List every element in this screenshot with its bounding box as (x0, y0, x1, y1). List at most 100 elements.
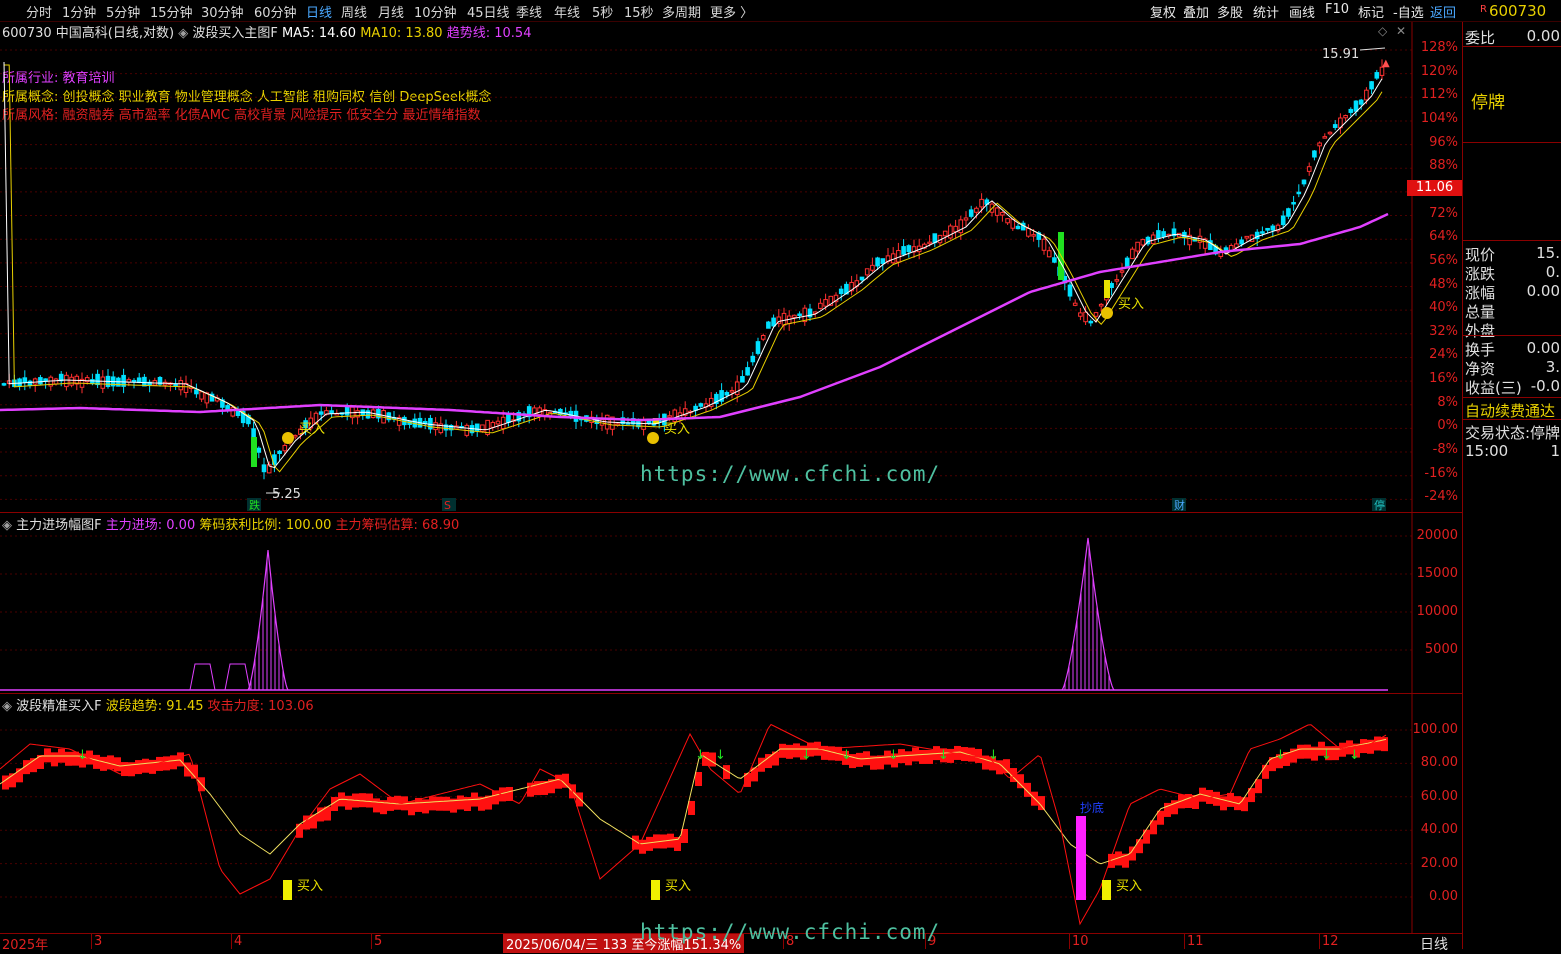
weibi-value: 0.00 (1526, 27, 1560, 45)
trend-bar (1360, 739, 1367, 754)
buy-label: 买入 (1116, 879, 1142, 894)
candle-body (292, 434, 298, 438)
period-tab[interactable]: 季线 (516, 2, 542, 21)
candle-body (875, 257, 880, 267)
candle-body (1072, 302, 1078, 306)
event-marker[interactable]: 跌 (249, 498, 260, 512)
main-price-chart[interactable]: 15.91▲5.25买入 买入买入跌 S 财停 (0, 22, 1462, 512)
quote-label: 换手 (1465, 341, 1496, 359)
candle-body (802, 307, 808, 323)
candle-body (53, 378, 59, 385)
watermark-bottom: https://www.cfchi.com/ (640, 920, 941, 944)
trend-bar (779, 743, 786, 758)
toolbar-button[interactable]: 叠加 (1183, 2, 1209, 21)
period-tab[interactable]: 分时 (26, 2, 52, 21)
period-tab[interactable]: 5分钟 (106, 2, 140, 21)
candle-body (1270, 225, 1276, 231)
date-axis-label: 3 (94, 934, 103, 949)
trend-bar (1136, 839, 1143, 854)
up-triangle-icon: ▲ (1382, 58, 1390, 69)
date-tick (1319, 934, 1320, 949)
trend-bar (359, 793, 366, 808)
candle-body (745, 367, 750, 376)
period-label[interactable]: 日线 (1420, 934, 1448, 954)
period-tab[interactable]: 60分钟 (254, 2, 297, 21)
trend-bar (149, 759, 156, 774)
period-tab[interactable]: 10分钟 (414, 2, 457, 21)
period-tab[interactable]: 周线 (341, 2, 367, 21)
sell-arrow-icon: ↓ (1349, 748, 1360, 763)
toolbar-button[interactable]: 复权 (1150, 2, 1176, 21)
candle-body (948, 225, 953, 239)
candle-body (1161, 231, 1166, 238)
buy-label: 买入 (665, 879, 691, 894)
candle-body (277, 450, 282, 454)
candle-body (428, 417, 433, 430)
auto-renew-link[interactable]: 自动续费通达 (1465, 400, 1555, 421)
sell-arrow-icon: ↓ (938, 748, 949, 763)
axis-label: 100.00 (1412, 722, 1459, 737)
trend-bar (107, 755, 114, 770)
toolbar-button[interactable]: F10 (1325, 2, 1349, 17)
quote-label: 现价 (1465, 246, 1496, 264)
signal-candle (1104, 280, 1110, 298)
candle-body (1, 383, 7, 386)
period-tab[interactable]: 更多 〉 (710, 2, 753, 21)
period-tab[interactable]: 15秒 (624, 2, 654, 21)
axis-label: -16% (1424, 465, 1458, 481)
period-tab[interactable]: 30分钟 (201, 2, 244, 21)
quote-value: 0. (1545, 263, 1560, 281)
toolbar-button[interactable]: 统计 (1253, 2, 1279, 21)
period-tab[interactable]: 45日线 (467, 2, 510, 21)
sub1-chart[interactable] (0, 513, 1462, 693)
date-tick (91, 934, 92, 949)
event-marker[interactable]: S (444, 499, 451, 512)
candle-body (771, 317, 776, 327)
period-tab[interactable]: 1分钟 (62, 2, 96, 21)
period-tab[interactable]: 15分钟 (150, 2, 193, 21)
candle-body (963, 217, 969, 221)
event-marker[interactable]: 停 (1374, 498, 1385, 512)
trend-bar (905, 751, 912, 766)
time-label: 15:00 (1465, 442, 1509, 460)
divider (1463, 240, 1561, 241)
candle-body (1005, 218, 1010, 224)
candle-body (1301, 179, 1307, 185)
candle-body (38, 377, 43, 385)
toolbar-button[interactable]: 标记 (1358, 2, 1384, 21)
candle-body (1312, 150, 1317, 158)
date-tick (231, 934, 232, 949)
candle-body (1124, 257, 1130, 267)
event-marker[interactable]: 财 (1174, 498, 1185, 512)
candle-body (1343, 115, 1348, 119)
period-tab[interactable]: 日线 (306, 2, 332, 21)
toolbar-button[interactable]: -自选 (1393, 2, 1424, 21)
buy-label: 买入 (664, 422, 690, 437)
trend-bar (422, 799, 429, 814)
axis-label: 16% (1429, 371, 1458, 387)
quote-value: 3. (1545, 358, 1560, 376)
toolbar-button[interactable]: 返回 (1430, 2, 1456, 21)
period-tab[interactable]: 年线 (554, 2, 580, 21)
divider (1463, 142, 1561, 143)
stock-code[interactable]: 600730 (1489, 2, 1546, 20)
sub2-chart[interactable]: ↓ ↓ ↓ ↓ ↓ ↓ ↓ ↓ ↓ ↓ ↓ 买入 买入 买入 抄底 (0, 694, 1462, 933)
trend-bar (373, 798, 380, 813)
current-price-tag: 11.06 (1407, 180, 1462, 196)
candle-body (1135, 241, 1140, 252)
candle-body (797, 313, 802, 317)
toolbar-button[interactable]: 多股 (1217, 2, 1243, 21)
toolbar-button[interactable]: 画线 (1289, 2, 1315, 21)
candle-body (282, 444, 288, 452)
money-bag-icon (647, 432, 659, 444)
period-tab[interactable]: 多周期 (662, 2, 701, 21)
trend-bar (1297, 744, 1304, 759)
axis-label: 80.00 (1420, 755, 1458, 771)
trend-bar (1255, 779, 1262, 794)
suspension-status: 停牌 (1471, 93, 1505, 113)
trend-bar (177, 752, 184, 767)
sell-arrow-icon: ↓ (988, 748, 999, 763)
period-tab[interactable]: 5秒 (592, 2, 613, 21)
low-price-label: 5.25 (272, 487, 301, 502)
period-tab[interactable]: 月线 (378, 2, 404, 21)
